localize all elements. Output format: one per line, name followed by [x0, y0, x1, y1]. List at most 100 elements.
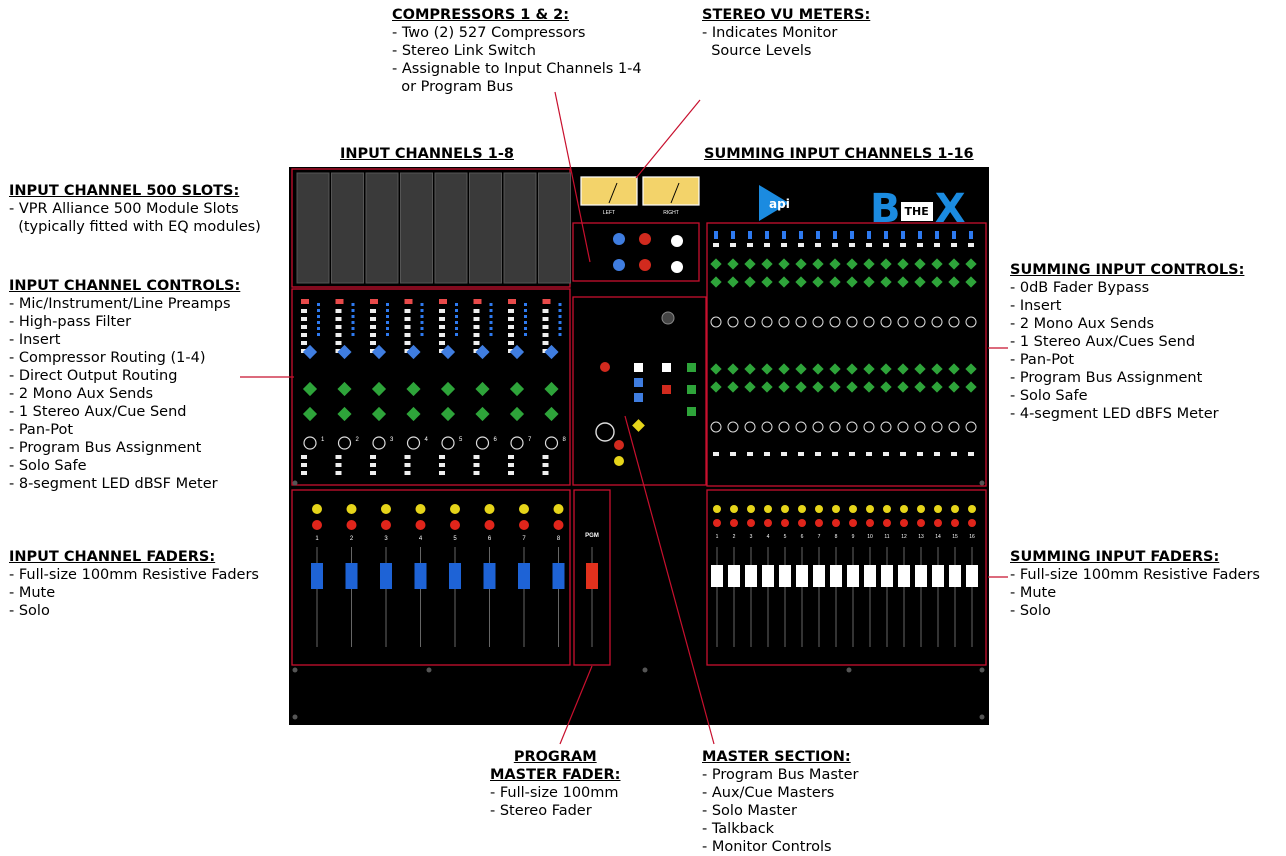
summing-fader-number: 3: [750, 534, 753, 540]
led-meter-segment: [317, 303, 320, 306]
channel-button: [301, 309, 307, 313]
summing-button: [968, 243, 974, 247]
summing-solo-button: [968, 505, 976, 513]
summing-pan-knob: [727, 421, 739, 433]
input-fader-cap: [483, 563, 496, 589]
compressor-knob: [671, 235, 683, 247]
summing-mute-button: [968, 519, 976, 527]
list-item: - Indicates Monitor: [702, 25, 838, 41]
summing-fader-number: 10: [867, 534, 873, 540]
summing-green-knob: [880, 276, 892, 288]
master-outline: [572, 296, 707, 486]
blue-knob: [302, 344, 318, 360]
summing-green-knob: [897, 363, 909, 375]
bus-button: [508, 471, 514, 475]
green-knob: [509, 406, 525, 422]
channel-button: [404, 325, 411, 329]
summing-green-knob: [795, 258, 807, 270]
summing-green-knob: [880, 363, 892, 375]
led-meter-segment: [524, 333, 527, 336]
blue-knob: [544, 344, 559, 360]
summing-button: [849, 452, 855, 456]
summing-fader-cap: [898, 565, 910, 587]
list-item: (typically fitted with EQ modules): [9, 219, 261, 235]
list-item: - Full-size 100mm: [490, 785, 619, 801]
channel-button: [335, 325, 342, 329]
summing-pan-knob: [710, 421, 722, 433]
summing-fader-number: 7: [818, 534, 821, 540]
summing-green-knob: [965, 363, 977, 375]
mute-button: [415, 520, 426, 530]
summing-fader-number: 9: [852, 534, 855, 540]
bus-button: [370, 463, 376, 467]
summing-green-knob: [914, 363, 926, 375]
annotation-list: - Indicates Monitor Source Levels: [702, 24, 870, 60]
list-item: - High-pass Filter: [9, 314, 132, 330]
bus-button: [301, 471, 307, 475]
channel-button: [404, 333, 411, 337]
bus-button: [473, 471, 480, 475]
fader-number: 2: [350, 536, 354, 542]
summing-button: [951, 452, 957, 456]
annotation-summing-faders: SUMMING INPUT FADERS: - Full-size 100mm …: [1010, 548, 1260, 620]
summing-pan-knob: [948, 316, 960, 328]
summing-green-knob: [761, 258, 773, 270]
summing-fader-number: 4: [767, 534, 770, 540]
preamp-button: [473, 299, 482, 304]
summing-led: [935, 231, 939, 239]
annotation-list: - Two (2) 527 Compressors - Stereo Link …: [392, 24, 642, 96]
summing-pan-knob: [863, 421, 875, 433]
summing-pan-knob: [710, 316, 722, 328]
summing-green-knob: [829, 276, 841, 288]
summing-led: [850, 231, 854, 239]
summing-green-knob: [965, 276, 977, 288]
input-fader-cap: [414, 563, 427, 589]
channel-button: [439, 325, 445, 329]
summing-solo-button: [781, 505, 789, 513]
solo-button: [346, 504, 357, 514]
list-item: - Direct Output Routing: [9, 368, 178, 384]
summing-green-knob: [846, 381, 858, 393]
list-item: - Program Bus Assignment: [1010, 370, 1203, 386]
blue-knob: [440, 344, 456, 360]
summing-solo-button: [764, 505, 772, 513]
summing-green-knob: [829, 363, 841, 375]
input-fader-cap: [380, 563, 392, 589]
panel-screw: [292, 714, 298, 720]
channel-button: [439, 317, 445, 321]
led-meter-segment: [386, 327, 389, 330]
summing-green-knob: [965, 381, 977, 393]
summing-button: [713, 452, 719, 456]
summing-fader-number: 14: [935, 534, 941, 540]
vu-label-left: LEFT: [603, 210, 615, 216]
channel-button: [404, 341, 411, 345]
summing-button: [730, 243, 736, 247]
summing-green-knob: [744, 381, 756, 393]
led-meter-segment: [489, 327, 493, 330]
led-meter-segment: [351, 303, 355, 306]
mute-master-button: [614, 456, 624, 466]
summing-green-knob: [914, 258, 926, 270]
preamp-button: [439, 299, 447, 304]
bus-button: [404, 455, 411, 459]
compressor-knob: [613, 259, 625, 271]
green-knob: [440, 406, 456, 422]
summing-solo-button: [849, 505, 857, 513]
mute-button: [484, 520, 495, 530]
annotation-title-line2: MASTER FADER:: [490, 767, 621, 783]
summing-fader-cap: [711, 565, 723, 587]
bus-button: [370, 455, 376, 459]
logo-the: THE: [900, 201, 933, 221]
summing-mute-button: [764, 519, 772, 527]
pan-knob: [475, 436, 490, 450]
channel-button: [473, 341, 480, 345]
summing-button: [917, 243, 923, 247]
summing-green-knob: [965, 258, 977, 270]
channel-button: [508, 325, 514, 329]
blue-knob: [406, 344, 421, 360]
pan-knob: [303, 436, 317, 450]
channel-number: 6: [494, 437, 498, 443]
api-logo-text: api: [769, 197, 790, 211]
monitor-level-knob: [595, 422, 615, 442]
channel-button: [370, 325, 376, 329]
